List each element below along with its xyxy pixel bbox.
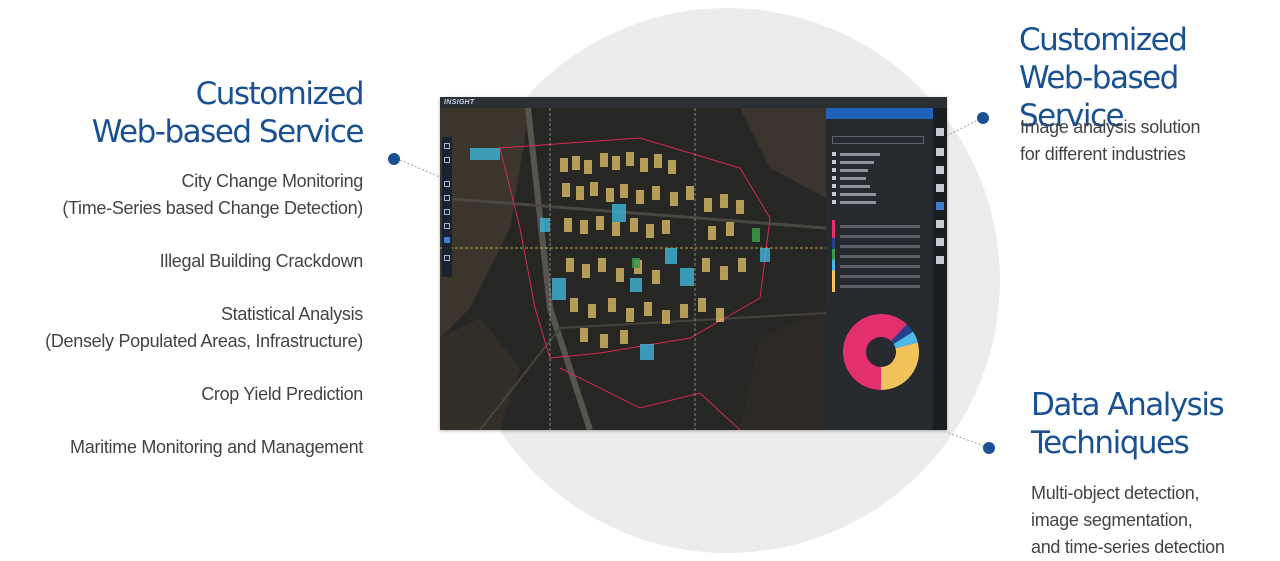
- panel-icon-bar: [933, 108, 947, 430]
- list-item: Crop Yield Prediction: [45, 381, 363, 408]
- stats-row: [840, 224, 926, 229]
- service-list: City Change Monitoring (Time-Series base…: [45, 168, 363, 461]
- layer-icon[interactable]: [444, 237, 450, 243]
- layer-row[interactable]: [832, 152, 927, 157]
- data-heading-line1: Data Analysis: [1031, 387, 1225, 423]
- right-dot: [977, 112, 989, 124]
- panel-header: [826, 108, 933, 119]
- panel-search-field[interactable]: [832, 136, 924, 144]
- list-item: Illegal Building Crackdown: [45, 248, 364, 275]
- map-toolbar: [442, 137, 452, 277]
- right-desc-line: Image analysis solution: [1020, 117, 1201, 137]
- layers-icon[interactable]: [936, 220, 944, 228]
- zoom-in-icon[interactable]: [444, 143, 450, 149]
- list-item-line: Statistical Analysis: [220, 304, 363, 324]
- layer-row[interactable]: [832, 200, 927, 205]
- data-heading: Data Analysis Techniques: [1031, 386, 1225, 462]
- document-icon[interactable]: [936, 148, 944, 156]
- image-icon[interactable]: [936, 166, 944, 174]
- data-heading-line2: Techniques: [1031, 425, 1190, 461]
- stats-row: [840, 244, 926, 249]
- app-topbar: INSIGHT: [440, 97, 947, 108]
- marker-icon[interactable]: [444, 181, 450, 187]
- list-item: Maritime Monitoring and Management: [45, 434, 363, 461]
- rectangle-icon[interactable]: [444, 195, 450, 201]
- legend-color-strip: [832, 220, 835, 292]
- zoom-out-icon[interactable]: [444, 157, 450, 163]
- right-description: Image analysis solution for different in…: [1020, 114, 1201, 168]
- data-desc-line: and time-series detection: [1031, 537, 1225, 557]
- building-icon[interactable]: [936, 256, 944, 264]
- stats-icon[interactable]: [936, 238, 944, 246]
- left-heading-line2: Web-based Service: [91, 114, 365, 150]
- satellite-map: [440, 108, 826, 430]
- list-item-subline: (Time-Series based Change Detection): [62, 198, 363, 218]
- left-heading-line1: Customized: [195, 76, 365, 112]
- list-item-line: City Change Monitoring: [181, 171, 364, 191]
- stats-row: [840, 254, 926, 259]
- list-item-line: Illegal Building Crackdown: [159, 251, 364, 271]
- donut-chart: [843, 314, 919, 390]
- polygon-icon[interactable]: [444, 223, 450, 229]
- list-item-line: Maritime Monitoring and Management: [70, 437, 363, 457]
- circle-icon[interactable]: [444, 209, 450, 215]
- list-item-line: Crop Yield Prediction: [201, 384, 363, 404]
- donut-slice: [881, 342, 919, 390]
- layer-row[interactable]: [832, 176, 927, 181]
- layer-row[interactable]: [832, 160, 927, 165]
- stats-row: [840, 264, 926, 269]
- data-description: Multi-object detection, image segmentati…: [1031, 480, 1225, 561]
- left-heading: Customized Web-based Service: [91, 75, 365, 151]
- product-screenshot: INSIGHT: [440, 97, 947, 430]
- stats-row: [840, 284, 926, 289]
- layer-row[interactable]: [832, 192, 927, 197]
- app-logo: INSIGHT: [444, 99, 475, 106]
- trash-icon[interactable]: [444, 255, 450, 261]
- data-desc-line: image segmentation,: [1031, 510, 1193, 530]
- right-desc-line: for different industries: [1020, 144, 1186, 164]
- layer-row[interactable]: [832, 184, 927, 189]
- list-item: City Change Monitoring (Time-Series base…: [45, 168, 363, 222]
- right-heading-line1: Customized: [1019, 22, 1188, 58]
- list-item: Statistical Analysis (Densely Populated …: [45, 301, 363, 355]
- analysis-icon[interactable]: [936, 202, 944, 210]
- grid-icon[interactable]: [936, 184, 944, 192]
- data-dot: [983, 442, 995, 454]
- stats-row: [840, 234, 926, 239]
- list-item-subline: (Densely Populated Areas, Infrastructure…: [45, 331, 363, 351]
- layer-row[interactable]: [832, 168, 927, 173]
- stats-row: [840, 274, 926, 279]
- left-dot: [388, 153, 400, 165]
- data-desc-line: Multi-object detection,: [1031, 483, 1200, 503]
- analysis-panel: [826, 108, 933, 430]
- chart-icon[interactable]: [936, 128, 944, 136]
